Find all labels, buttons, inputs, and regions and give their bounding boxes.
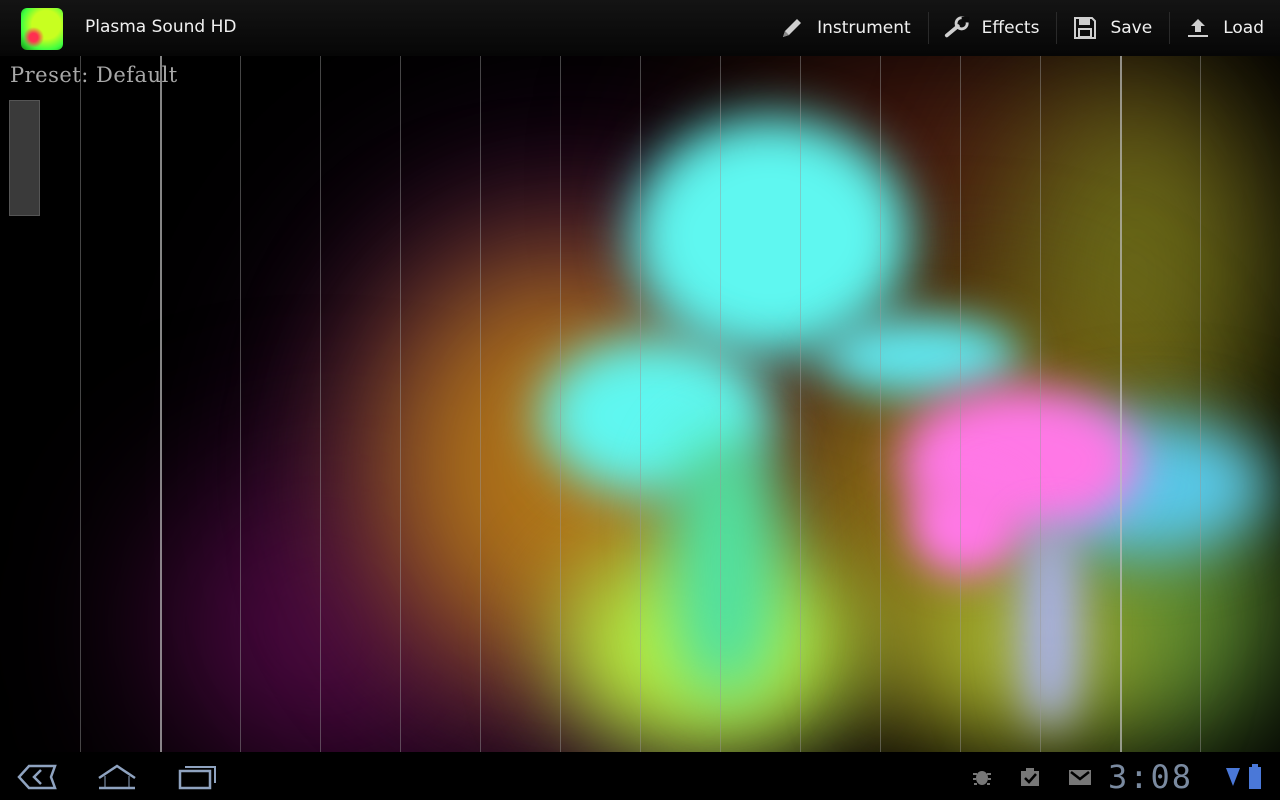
preset-label: Preset: Default bbox=[10, 63, 178, 87]
volume-slider[interactable] bbox=[9, 100, 40, 216]
action-bar: Plasma Sound HD Instrument Effects Save … bbox=[0, 0, 1280, 56]
download-done-icon[interactable] bbox=[1019, 766, 1041, 788]
recent-apps-icon[interactable] bbox=[175, 762, 219, 792]
effects-button[interactable]: Effects bbox=[927, 0, 1056, 56]
battery-icon[interactable] bbox=[1248, 764, 1262, 790]
clock[interactable]: 3:08 bbox=[1108, 758, 1193, 796]
app-title: Plasma Sound HD bbox=[85, 17, 237, 37]
plasma-canvas[interactable]: Preset: Default bbox=[0, 56, 1280, 752]
floppy-disk-icon bbox=[1072, 15, 1098, 41]
pencil-icon bbox=[779, 15, 805, 41]
instrument-button[interactable]: Instrument bbox=[764, 0, 927, 56]
system-bar: 3:08 bbox=[0, 752, 1280, 800]
back-icon[interactable] bbox=[15, 762, 59, 792]
save-button[interactable]: Save bbox=[1055, 0, 1168, 56]
gmail-icon[interactable] bbox=[1068, 766, 1091, 788]
upload-icon bbox=[1185, 15, 1211, 41]
load-button[interactable]: Load bbox=[1168, 0, 1280, 56]
pitch-grid-lines bbox=[80, 56, 1201, 752]
home-icon[interactable] bbox=[95, 762, 139, 792]
action-buttons: Instrument Effects Save Load bbox=[764, 0, 1280, 56]
load-label: Load bbox=[1223, 18, 1264, 38]
save-label: Save bbox=[1110, 18, 1153, 38]
wrench-icon bbox=[944, 15, 970, 41]
app-icon[interactable] bbox=[21, 8, 63, 50]
debug-icon[interactable] bbox=[971, 766, 993, 788]
effects-label: Effects bbox=[981, 18, 1040, 38]
wifi-icon[interactable] bbox=[1226, 766, 1240, 788]
instrument-label: Instrument bbox=[817, 18, 911, 38]
